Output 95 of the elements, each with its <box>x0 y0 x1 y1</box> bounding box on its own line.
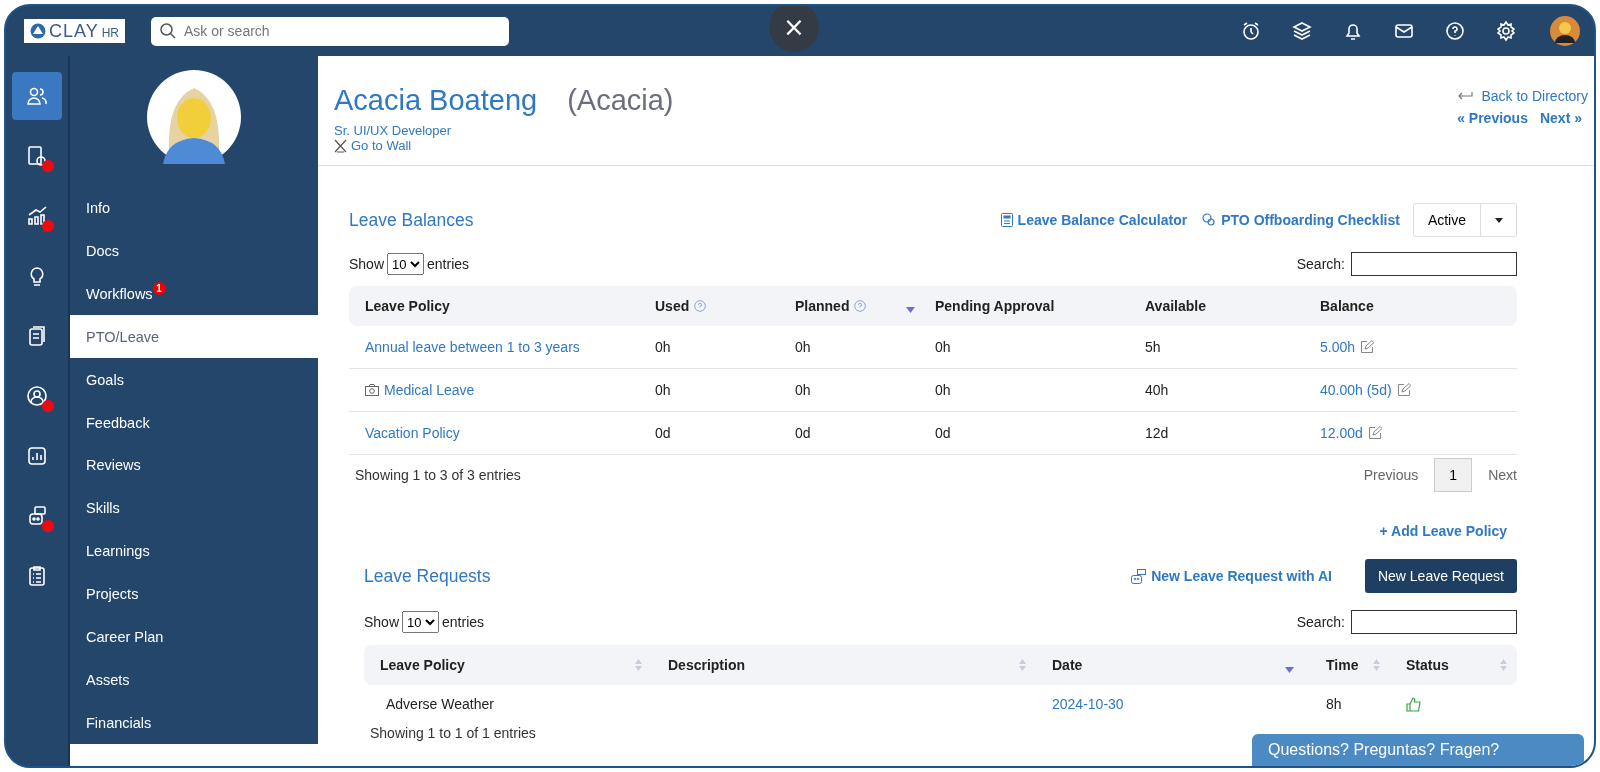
table-cell: 40h <box>1145 382 1169 398</box>
logo[interactable]: CLAY HR <box>24 19 126 43</box>
ai-leave-request-link[interactable]: New Leave Request with AI <box>1151 568 1332 584</box>
table-cell: 0h <box>655 382 671 398</box>
column-header[interactable]: Balance <box>1304 286 1517 326</box>
column-header[interactable]: Leave Policy <box>364 645 652 685</box>
layers-icon[interactable] <box>1291 20 1313 42</box>
count-badge: 1 <box>152 282 166 296</box>
table-cell: Adverse Weather <box>386 696 494 712</box>
calculator-icon <box>1000 213 1013 227</box>
table-info: Showing 1 to 3 of 3 entries <box>355 467 521 483</box>
search-label: Search: <box>1296 614 1345 630</box>
entries-label: entries <box>442 614 485 630</box>
sidebar-item[interactable]: PTO/Leave <box>70 315 318 359</box>
sidebar-item[interactable]: Reviews <box>70 443 318 487</box>
previous-link[interactable]: « Previous <box>1457 110 1528 126</box>
table-cell: 8h <box>1326 696 1342 712</box>
column-header[interactable]: Pending Approval <box>919 286 1129 326</box>
balance-link[interactable]: 5.00h <box>1320 339 1356 355</box>
table-cell: 0h <box>935 382 951 398</box>
table-cell: 5h <box>1145 339 1161 355</box>
table-cell: 0d <box>655 425 671 441</box>
edit-icon[interactable] <box>1360 340 1375 354</box>
sidebar-item[interactable]: Financials <box>70 701 318 744</box>
next-link[interactable]: Next » <box>1539 110 1582 126</box>
table-cell: 0h <box>935 339 951 355</box>
date-link[interactable]: 2024-10-30 <box>1052 696 1124 712</box>
edit-icon[interactable] <box>1367 426 1382 440</box>
sidebar-item[interactable]: Docs <box>70 229 318 273</box>
table-cell: 0d <box>795 425 811 441</box>
alarm-clock-icon[interactable] <box>1240 20 1262 42</box>
sidebar-item[interactable]: Goals <box>70 358 318 402</box>
column-header[interactable]: Time <box>1310 645 1390 685</box>
go-to-wall-link[interactable]: Go to Wall <box>351 138 412 153</box>
column-header[interactable]: Used <box>639 286 779 326</box>
table-cell: 0h <box>655 339 671 355</box>
close-button[interactable]: × <box>769 6 819 52</box>
table-cell: 12d <box>1145 425 1169 441</box>
column-header[interactable]: Leave Policy <box>349 286 639 326</box>
leave-balance-calculator-link[interactable]: Leave Balance Calculator <box>1017 212 1188 228</box>
search-label: Search: <box>1296 256 1345 272</box>
settings-icon[interactable] <box>1495 20 1517 42</box>
sidebar-item[interactable]: Assets <box>70 658 318 702</box>
column-header[interactable]: Planned <box>779 286 919 326</box>
sidebar-item[interactable]: Projects <box>70 572 318 616</box>
search-field[interactable]: Ask or search <box>151 16 510 46</box>
sidebar-item[interactable]: Info <box>70 186 318 230</box>
page-size-select[interactable]: 10 <box>402 611 440 633</box>
entries-label: entries <box>427 256 470 272</box>
page-button[interactable]: 1 <box>1434 458 1473 492</box>
column-header[interactable]: Date <box>1036 645 1310 685</box>
pto-offboarding-checklist-link[interactable]: PTO Offboarding Checklist <box>1221 212 1400 228</box>
sidebar-item[interactable]: Skills <box>70 486 318 530</box>
status-button[interactable]: Active <box>1412 203 1481 237</box>
job-title-link[interactable]: Sr. UI/UX Developer <box>334 123 674 138</box>
search-field[interactable] <box>1351 252 1517 276</box>
add-leave-policy-link[interactable]: + Add Leave Policy <box>1379 523 1507 539</box>
sidebar-item[interactable]: Career Plan <box>70 615 318 659</box>
help-icon[interactable] <box>1444 20 1466 42</box>
employee-nickname: (Acacia) <box>567 84 674 117</box>
leave-policy-link[interactable]: Medical Leave <box>384 382 475 398</box>
sidebar-item[interactable]: Workflows 1 <box>70 272 318 316</box>
sidebar-item[interactable]: Learnings <box>70 529 318 573</box>
show-label: Show <box>349 256 385 272</box>
column-header[interactable]: Status <box>1390 645 1517 685</box>
search-field[interactable] <box>1351 610 1517 634</box>
employee-name: Acacia Boateng <box>334 84 538 117</box>
chat-button[interactable]: Questions? Preguntas? Fragen? <box>1252 734 1584 766</box>
back-to-directory-link[interactable]: Back to Directory <box>1481 88 1588 104</box>
logo-mark-icon <box>30 23 46 39</box>
edit-icon[interactable] <box>1396 383 1411 397</box>
search-icon <box>159 21 178 40</box>
column-header[interactable]: Available <box>1129 286 1304 326</box>
leave-policy-link[interactable]: Vacation Policy <box>365 425 460 441</box>
balance-link[interactable]: 12.00d <box>1320 425 1363 441</box>
table-cell: 0h <box>795 382 811 398</box>
caret-icon <box>1494 217 1503 223</box>
previous-page-button[interactable]: Previous <box>1363 467 1419 483</box>
leave-policy-link[interactable]: Annual leave between 1 to 3 years <box>365 339 580 355</box>
return-arrow-icon <box>1457 91 1474 101</box>
user-avatar[interactable] <box>1550 16 1580 46</box>
sidebar-item[interactable]: Feedback <box>70 401 318 444</box>
table-cell: 0d <box>935 425 951 441</box>
balance-link[interactable]: 40.00h (5d) <box>1320 382 1392 398</box>
show-label: Show <box>364 614 400 630</box>
section-title: Leave Requests <box>364 565 491 587</box>
page-size-select[interactable]: 10 <box>387 253 425 275</box>
table-cell: 0h <box>795 339 811 355</box>
new-leave-request-button[interactable]: New Leave Request <box>1364 559 1517 593</box>
section-title: Leave Balances <box>349 209 474 231</box>
column-header[interactable]: Description <box>652 645 1036 685</box>
robot-icon <box>1130 568 1147 584</box>
people-icon[interactable] <box>12 72 62 120</box>
next-page-button[interactable]: Next <box>1488 467 1517 483</box>
table-info: Showing 1 to 1 of 1 entries <box>370 725 536 741</box>
